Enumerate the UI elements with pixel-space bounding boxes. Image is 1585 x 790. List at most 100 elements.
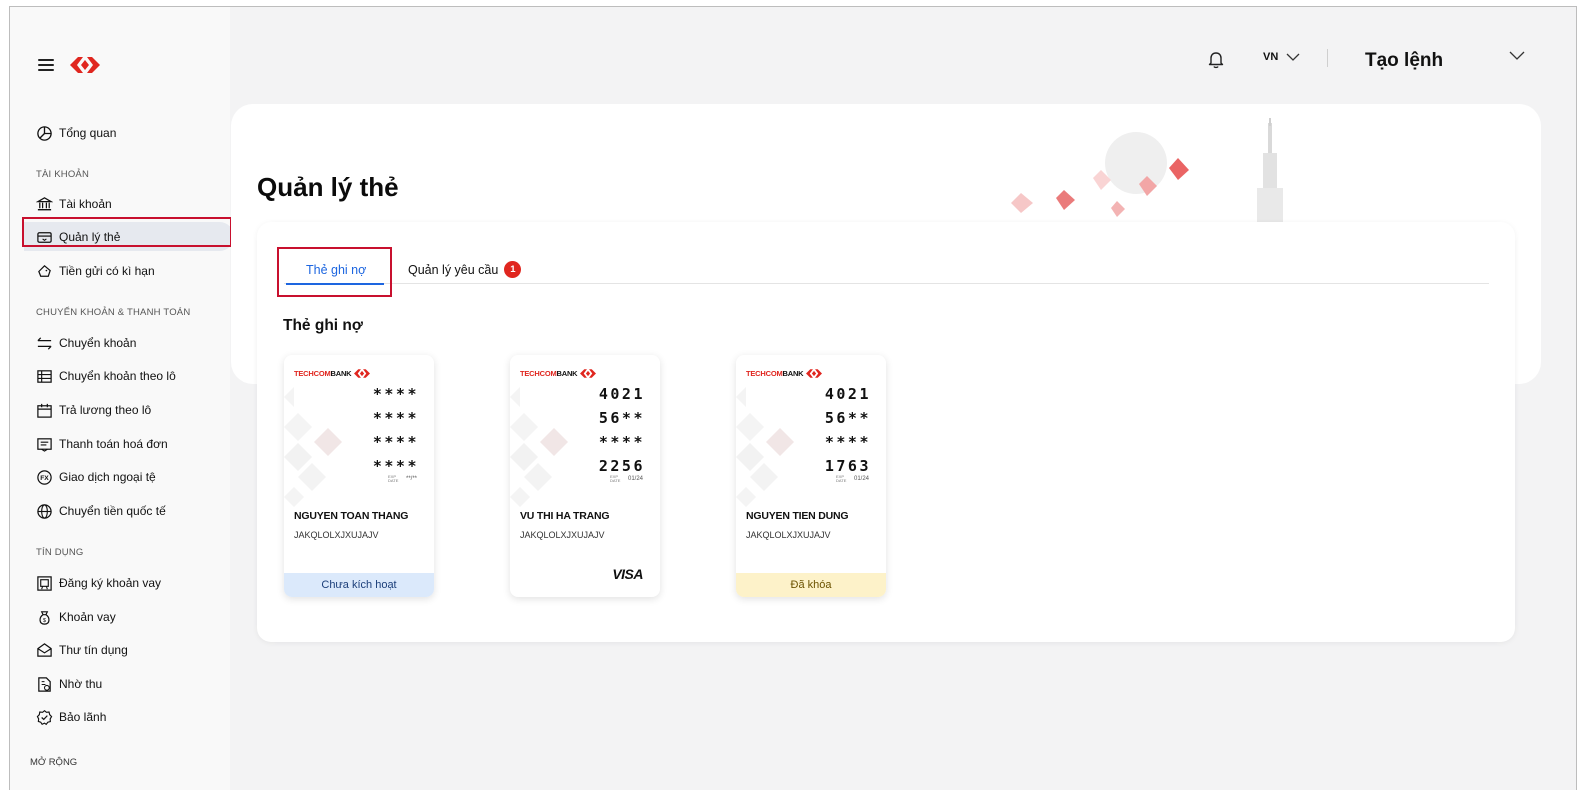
sidebar-item-card-management[interactable]: Quản lý thẻ: [36, 228, 120, 246]
brand-text-red: TECHCOM: [520, 369, 557, 378]
sidebar-item-batch-transfer[interactable]: Chuyển khoản theo lô: [36, 367, 176, 385]
card-brand: TECHCOM BANK: [746, 368, 823, 379]
sidebar-item-letter-of-credit[interactable]: Thư tín dụng: [36, 641, 128, 659]
card-number-group: 2256: [598, 457, 645, 475]
sidebar-item-label: Chuyển tiền quốc tế: [59, 504, 166, 518]
debit-card[interactable]: TECHCOM BANK 4021 56** **** 2256 EXP DATE…: [510, 355, 660, 597]
sidebar-item-label: Đăng ký khoản vay: [59, 576, 162, 590]
piggy-bank-icon: [38, 264, 51, 277]
sidebar-item-term-deposit[interactable]: Tiền gửi có kì hạn: [36, 262, 155, 280]
sidebar: Tổng quan TÀI KHOẢN Tài khoản Quản lý th…: [10, 7, 234, 790]
svg-text:FX: FX: [40, 475, 49, 482]
techcombank-logo-icon[interactable]: [70, 55, 100, 75]
expand-toggle[interactable]: MỞ RỘNG: [30, 757, 77, 768]
sidebar-item-label: Giao dịch ngoại tệ: [59, 470, 156, 484]
sidebar-item-bill-payment[interactable]: Thanh toán hoá đơn: [36, 435, 168, 453]
card-management-panel: [257, 222, 1515, 642]
create-order-button[interactable]: Tạo lệnh: [1365, 50, 1443, 72]
money-bag-icon: $: [39, 610, 50, 625]
sidebar-item-accounts[interactable]: Tài khoản: [36, 195, 112, 213]
card-number-group: ****: [372, 457, 419, 475]
status-badge: Đã khóa: [736, 573, 886, 597]
sidebar-item-label: Tổng quan: [59, 126, 117, 140]
section-accounts: TÀI KHOẢN: [36, 169, 90, 180]
sidebar-item-batch-payroll[interactable]: Trả lương theo lô: [36, 401, 151, 419]
sidebar-item-label: Bảo lãnh: [59, 710, 107, 724]
language-label: VN: [1263, 51, 1279, 63]
expiry-label: EXP DATE: [387, 474, 399, 483]
expiry-value: 01/24: [853, 476, 869, 482]
sidebar-item-label: Thư tín dụng: [59, 643, 128, 657]
language-selector[interactable]: VN: [1263, 51, 1300, 63]
tab-bar: Thẻ ghi nợ Quản lý yêu cầu 1: [284, 256, 1489, 285]
card-pattern-icon: [510, 387, 568, 507]
techcombank-logo-icon: [354, 369, 371, 378]
card-number-group: ****: [372, 409, 419, 427]
card-expiry: EXP DATE 01/24: [610, 475, 643, 483]
card-holder-name: NGUYEN TOAN THANG: [294, 510, 409, 522]
section-title: Thẻ ghi nợ: [283, 317, 363, 334]
card-number-group: 56**: [598, 409, 645, 427]
globe-icon: [37, 503, 52, 519]
sidebar-item-label: Tiền gửi có kì hạn: [59, 264, 155, 278]
expiry-label: EXP DATE: [609, 474, 621, 483]
bank-icon: [36, 196, 53, 210]
sidebar-item-transfer[interactable]: Chuyển khoản: [36, 334, 136, 352]
card-account-number: JAKQLOLXJXUJAJV: [520, 530, 605, 540]
card-number-group: ****: [372, 433, 419, 451]
card-account-number: JAKQLOLXJXUJAJV: [746, 530, 831, 540]
section-credit: TÍN DỤNG: [36, 547, 84, 558]
envelope-icon: [37, 642, 52, 657]
card-expiry: EXP DATE 01/24: [836, 475, 869, 483]
sidebar-item-loans[interactable]: $ Khoản vay: [36, 608, 116, 626]
sidebar-item-label: Tài khoản: [59, 197, 112, 211]
card-number-group: ****: [598, 433, 645, 451]
bell-icon[interactable]: [1207, 50, 1225, 70]
card-number-group: ****: [372, 385, 419, 403]
card-icon: [37, 231, 52, 243]
sidebar-item-loan-register[interactable]: Đăng ký khoản vay: [36, 574, 161, 592]
brand-text-dark: BANK: [782, 369, 804, 378]
debit-card[interactable]: TECHCOM BANK 4021 56** **** 1763 EXP DATE…: [736, 355, 886, 597]
badge-check-icon: [36, 709, 53, 725]
techcombank-logo-icon: [580, 369, 597, 378]
brand-text-dark: BANK: [556, 369, 578, 378]
expiry-value: 01/24: [627, 476, 643, 482]
sidebar-item-label: Chuyển khoản: [59, 336, 137, 350]
visa-logo: VISA: [612, 566, 643, 582]
chevron-down-icon[interactable]: [1509, 51, 1525, 60]
sidebar-item-guarantee[interactable]: Bảo lãnh: [36, 708, 106, 726]
card-pattern-icon: [736, 387, 794, 507]
notification-badge: 1: [504, 261, 522, 278]
tab-debit-cards[interactable]: Thẻ ghi nợ: [306, 256, 366, 283]
section-transfers: CHUYỂN KHOẢN & THANH TOÁN: [36, 307, 191, 318]
calendar-icon: [37, 403, 52, 418]
expiry-label: EXP DATE: [835, 474, 847, 483]
sidebar-item-label: Khoản vay: [59, 610, 116, 624]
sidebar-item-collection[interactable]: Nhờ thu: [36, 675, 102, 693]
sidebar-item-label: Thanh toán hoá đơn: [59, 437, 168, 451]
active-tab-indicator: [286, 283, 384, 285]
sidebar-item-forex[interactable]: FX Giao dịch ngoại tệ: [36, 468, 156, 486]
sidebar-item-label: Chuyển khoản theo lô: [59, 369, 176, 383]
tab-label: Thẻ ghi nợ: [306, 262, 367, 277]
brand-text-red: TECHCOM: [294, 369, 331, 378]
card-pattern-icon: [284, 387, 342, 507]
svg-text:$: $: [43, 617, 47, 623]
tab-request-management[interactable]: Quản lý yêu cầu 1: [408, 256, 522, 283]
status-badge: Chưa kích hoạt: [284, 573, 434, 597]
card-number-group: 1763: [824, 457, 871, 475]
transfer-arrows-icon: [37, 336, 52, 350]
sidebar-item-label: Nhờ thu: [59, 677, 103, 691]
brand-text-red: TECHCOM: [746, 369, 783, 378]
banner-illustration: [1011, 118, 1283, 238]
debit-card[interactable]: TECHCOM BANK **** **** **** **** EXP DATE…: [284, 355, 434, 597]
menu-icon[interactable]: [38, 59, 54, 71]
chevron-down-icon: [1286, 53, 1300, 61]
document-dollar-icon: [38, 676, 51, 692]
card-number-group: 4021: [598, 385, 645, 403]
sidebar-item-overview[interactable]: Tổng quan: [36, 124, 116, 142]
card-account-number: JAKQLOLXJXUJAJV: [294, 530, 379, 540]
card-number-group: 4021: [824, 385, 871, 403]
sidebar-item-international-transfer[interactable]: Chuyển tiền quốc tế: [36, 502, 166, 520]
